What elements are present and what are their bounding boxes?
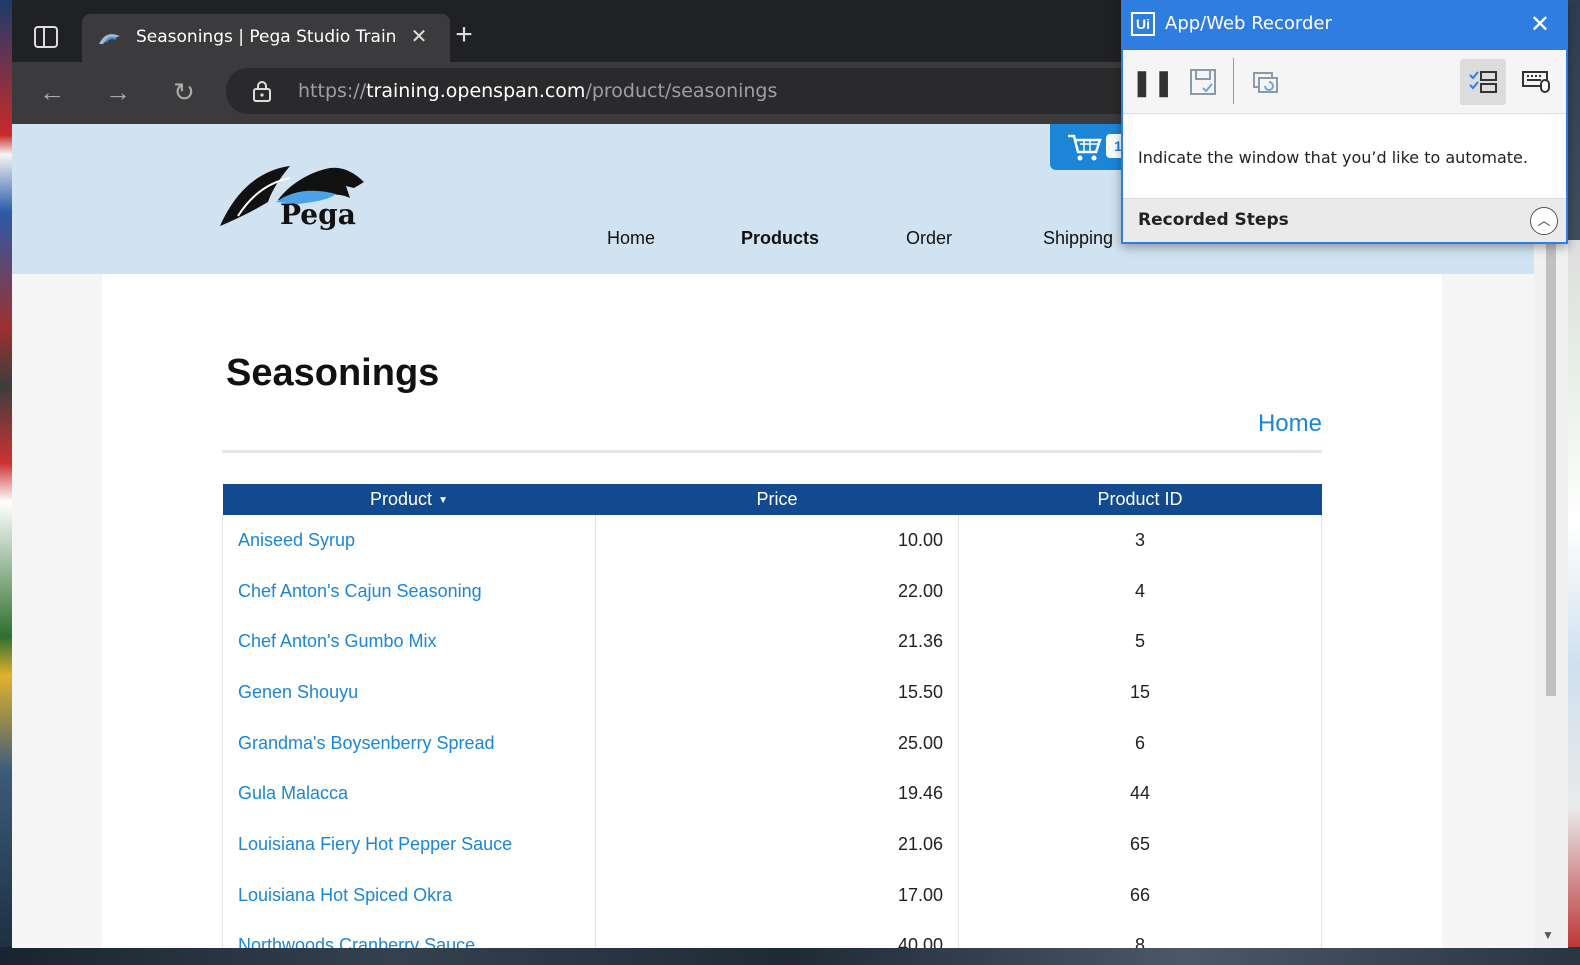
nav-order[interactable]: Order [906,228,952,249]
product-id-cell: 66 [958,869,1322,921]
new-tab-button[interactable]: + [450,20,478,50]
price-cell: 40.00 [595,920,959,948]
logo-text: Pega [280,198,356,231]
table-row: Northwoods Cranberry Sauce 40.00 8 [222,920,1322,948]
product-link[interactable]: Louisiana Hot Spiced Okra [222,869,596,921]
url-scheme: https:// [298,80,367,102]
table-row: Aniseed Syrup 10.00 3 [222,515,1322,566]
product-link[interactable]: Chef Anton's Cajun Seasoning [222,565,596,617]
price-cell: 21.36 [595,616,959,668]
product-link[interactable]: Northwoods Cranberry Sauce [222,920,596,948]
recorder-instruction: Indicate the window that you’d like to a… [1138,148,1528,167]
price-cell: 22.00 [595,565,959,617]
price-cell: 21.06 [595,819,959,870]
price-cell: 15.50 [595,667,959,718]
table-row: Louisiana Hot Spiced Okra 17.00 66 [222,869,1322,921]
table-row: Louisiana Fiery Hot Pepper Sauce 21.06 65 [222,819,1322,870]
main-content: Seasonings Home Product ▼ Price Product I… [102,274,1442,948]
app-web-recorder-panel: Ui App/Web Recorder ✕ ❚❚ Indicate the wi… [1121,0,1568,244]
column-header-product-id[interactable]: Product ID [958,484,1322,515]
tab-close-icon[interactable]: ✕ [407,24,431,50]
save-icon[interactable] [1183,62,1223,102]
product-link[interactable]: Aniseed Syrup [222,515,596,566]
url-text[interactable]: https://training.openspan.com/product/se… [298,80,777,102]
page-title: Seasonings [226,352,440,394]
product-id-cell: 6 [958,717,1322,769]
scroll-down-icon[interactable]: ▼ [1542,928,1554,942]
lock-icon[interactable] [252,80,272,102]
product-link[interactable]: Genen Shouyu [222,667,596,718]
table-header-row: Product ▼ Price Product ID [222,484,1322,515]
products-table: Product ▼ Price Product ID Aniseed Syrup 1… [222,484,1322,948]
product-link[interactable]: Chef Anton's Gumbo Mix [222,616,596,668]
pega-favicon-icon [99,34,120,44]
pega-logo[interactable]: Pega [218,160,374,236]
recorded-steps-section[interactable]: Recorded Steps ︿ [1123,198,1566,242]
column-header-price[interactable]: Price [595,484,959,515]
cart-button[interactable]: 1 [1050,124,1130,170]
tab-seasonings[interactable]: Seasonings | Pega Studio Trainin ✕ [82,14,450,62]
recorder-titlebar: Ui App/Web Recorder ✕ [1123,0,1566,50]
steps-list-icon[interactable] [1460,59,1506,105]
product-id-cell: 65 [958,819,1322,870]
table-row: Chef Anton's Gumbo Mix 21.36 5 [222,616,1322,668]
uipath-logo-icon: Ui [1131,12,1155,36]
taskbar-strip [0,947,1580,965]
reload-icon[interactable]: ↻ [166,74,202,110]
cart-icon [1068,134,1102,161]
back-icon[interactable]: ← [34,74,70,110]
price-cell: 10.00 [595,515,959,566]
address-bar[interactable]: https://training.openspan.com/product/se… [226,68,1146,114]
nav-products[interactable]: Products [741,228,819,249]
product-id-cell: 5 [958,616,1322,668]
product-id-cell: 3 [958,515,1322,566]
nav-home[interactable]: Home [607,228,655,249]
recorder-toolbar: ❚❚ [1123,50,1566,114]
table-row: Genen Shouyu 15.50 15 [222,667,1322,718]
price-cell: 17.00 [595,869,959,921]
switch-window-icon[interactable] [1245,62,1285,102]
page-scrollbar[interactable]: ▼ [1534,124,1568,948]
product-id-cell: 15 [958,667,1322,718]
close-icon[interactable]: ✕ [1530,10,1550,39]
tab-actions-icon[interactable] [34,26,58,48]
url-path: /product/seasonings [585,80,778,102]
tab-title: Seasonings | Pega Studio Trainin [136,27,398,47]
product-link[interactable]: Grandma's Boysenberry Spread [222,717,596,769]
price-cell: 25.00 [595,717,959,769]
desktop-icons-left [0,0,12,965]
product-id-cell: 8 [958,920,1322,948]
column-header-product[interactable]: Product ▼ [222,484,596,515]
product-id-cell: 44 [958,768,1322,820]
pause-icon[interactable]: ❚❚ [1131,62,1175,102]
product-link[interactable]: Gula Malacca [222,768,596,820]
keyboard-mouse-icon[interactable] [1516,62,1556,102]
nav-shipping[interactable]: Shipping [1043,228,1113,249]
recorded-steps-label: Recorded Steps [1138,210,1289,230]
table-row: Gula Malacca 19.46 44 [222,768,1322,820]
product-link[interactable]: Louisiana Fiery Hot Pepper Sauce [222,819,596,870]
desktop-icons-right [1568,240,1580,950]
price-cell: 19.46 [595,768,959,820]
home-link[interactable]: Home [1258,410,1322,438]
sort-down-icon: ▼ [438,494,448,506]
table-row: Chef Anton's Cajun Seasoning 22.00 4 [222,565,1322,617]
url-host: training.openspan.com [366,80,586,102]
web-page: Pega 1 Home Products Order Shipping Seas… [12,124,1534,948]
divider [222,450,1322,453]
toolbar-separator [1233,58,1234,104]
chevron-up-icon[interactable]: ︿ [1530,207,1558,235]
product-id-cell: 4 [958,565,1322,617]
column-header-label: Product [370,489,433,509]
recorder-title: App/Web Recorder [1165,13,1332,34]
forward-icon[interactable]: → [100,74,136,110]
table-row: Grandma's Boysenberry Spread 25.00 6 [222,717,1322,769]
